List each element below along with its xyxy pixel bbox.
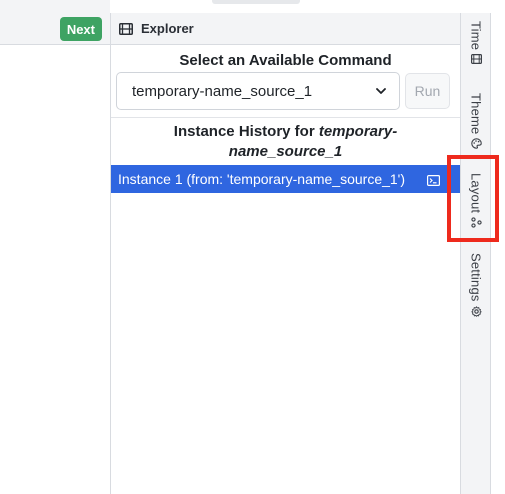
tab-theme[interactable]: Theme — [461, 93, 491, 150]
command-select-value: temporary-name_source_1 — [132, 82, 313, 100]
top-toolbar: Next — [0, 0, 110, 45]
section-divider — [111, 117, 460, 118]
tab-theme-label: Theme — [468, 93, 484, 135]
right-sidebar: Time Theme Layout Settings — [461, 13, 491, 494]
app-root: Next Explorer Select an Available Comman… — [0, 0, 505, 494]
explorer-title: Explorer — [141, 21, 194, 36]
next-button[interactable]: Next — [59, 17, 102, 41]
terminal-icon[interactable] — [427, 173, 441, 189]
chevron-down-icon — [375, 84, 387, 101]
palette-icon — [470, 138, 482, 150]
layout-nodes-icon — [470, 217, 482, 228]
run-button[interactable]: Run — [405, 73, 450, 109]
tab-settings[interactable]: Settings — [461, 253, 491, 317]
tab-layout-label: Layout — [468, 173, 484, 214]
tab-settings-label: Settings — [468, 253, 484, 302]
command-select[interactable]: temporary-name_source_1 — [116, 72, 400, 110]
panel-divider-left[interactable] — [110, 13, 111, 494]
history-source-line2: name_source_1 — [228, 143, 343, 160]
tab-time-label: Time — [468, 21, 484, 51]
film-icon — [119, 22, 133, 35]
command-heading: Select an Available Command — [179, 52, 392, 69]
list-item[interactable]: Instance 1 (from: 'temporary-name_source… — [111, 165, 460, 193]
explorer-header: Explorer — [111, 13, 460, 45]
history-source-line1: temporary- — [318, 123, 398, 140]
gear-icon — [470, 305, 482, 317]
history-prefix: Instance History for — [173, 123, 319, 140]
film-icon — [470, 54, 482, 65]
instance-label: Instance 1 (from: 'temporary-name_source… — [118, 171, 406, 187]
instance-history-heading: Instance History for temporary-name_sour… — [111, 122, 460, 162]
tab-time[interactable]: Time — [461, 21, 491, 65]
tab-layout[interactable]: Layout — [461, 173, 491, 228]
top-tab-fragment — [212, 0, 300, 4]
